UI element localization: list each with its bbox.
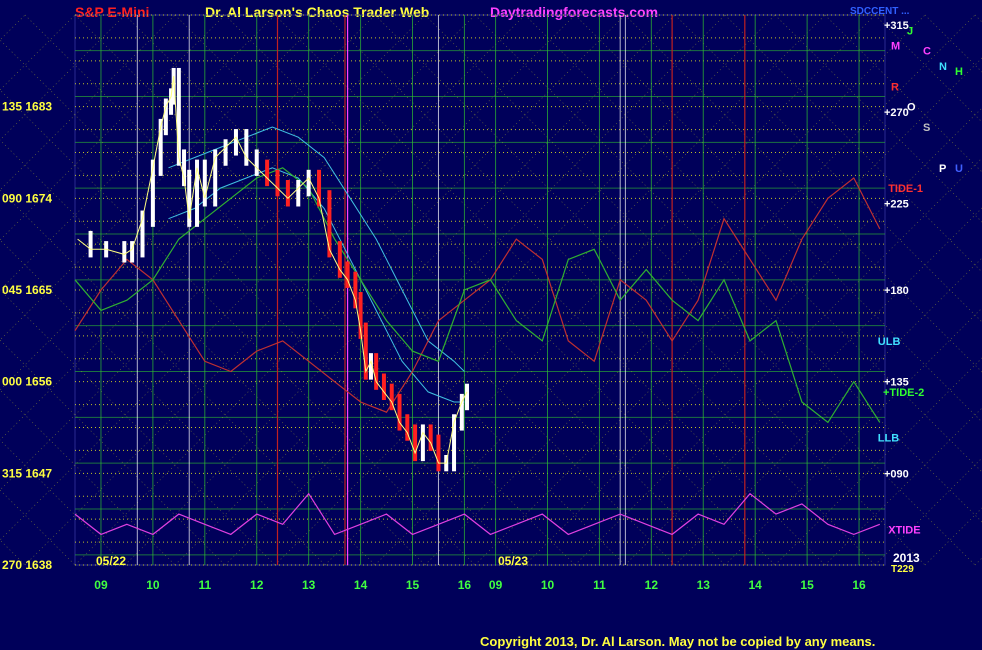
price-bar [244, 129, 249, 166]
price-bar [296, 180, 301, 207]
right-level-label: +180 [884, 285, 909, 297]
grid-diag-line [924, 14, 982, 73]
chart-page: { "header": { "symbol": "S&P E-Mini", "t… [0, 0, 982, 650]
price-line [77, 76, 468, 464]
year-label: 2013 [893, 551, 920, 565]
price-bar [413, 424, 418, 462]
price-bar [122, 241, 127, 263]
price-bar [306, 169, 311, 197]
y-tick-label: 315 1647 [2, 466, 52, 480]
grid-diag-line [574, 14, 982, 423]
price-bar [420, 424, 425, 462]
grid-diag-line [0, 39, 526, 566]
grid-diag-line [974, 557, 982, 566]
x-tick-label: 15 [800, 578, 814, 592]
x-tick-label: 12 [250, 578, 264, 592]
x-tick-label: 11 [593, 578, 606, 592]
right-level-label: +090 [884, 468, 909, 480]
x-tick-label: 10 [541, 578, 555, 592]
planet-glyph: N [939, 61, 947, 73]
x-tick-label: 16 [852, 578, 866, 592]
planet-glyph: S [923, 122, 930, 134]
series-label: +TIDE-2 [883, 387, 924, 399]
grid-diag-line [0, 14, 526, 541]
grid-diag-line [0, 14, 426, 441]
year-sub-label: T229 [891, 564, 914, 575]
x-tick-label: 14 [749, 578, 763, 592]
x-tick-label: 15 [406, 578, 420, 592]
price-bar [88, 230, 93, 258]
planet-glyph: C [923, 46, 931, 58]
grid-diag-line [524, 107, 982, 566]
grid-diag-line [924, 507, 982, 566]
x-tick-label: 14 [354, 578, 368, 592]
price-bar [223, 139, 228, 166]
x-tick-label: 13 [302, 578, 316, 592]
right-level-label: +225 [884, 198, 909, 210]
price-bar [275, 169, 280, 197]
grid-diag-line [974, 14, 982, 23]
x-tick-label: 09 [489, 578, 503, 592]
x-tick-label: 10 [146, 578, 160, 592]
y-tick-label: 000 1656 [2, 375, 52, 389]
planet-glyph: P [939, 163, 946, 175]
x-tick-label: 16 [458, 578, 472, 592]
y-tick-label: 135 1683 [2, 100, 52, 114]
planet-glyph: U [955, 163, 963, 175]
planet-glyph: J [907, 25, 913, 37]
grid-diag-line [674, 14, 982, 323]
x-tick-label: 09 [94, 578, 108, 592]
series-label: LLB [878, 433, 899, 445]
price-bar [465, 383, 470, 411]
x-tick-label: 13 [697, 578, 711, 592]
grid-diag-line [774, 14, 982, 223]
chaos-chart: 270 1638 315 1647 000 1656 045 1665 090 1674… [0, 14, 982, 592]
series-label: TIDE-1 [888, 183, 923, 195]
planet-glyph: H [955, 66, 963, 78]
grid-diag-line [574, 157, 982, 566]
grid-diag-line [524, 14, 982, 473]
planet-glyph: O [907, 102, 916, 114]
series-label: XTIDE [888, 524, 920, 536]
price-bar [436, 434, 441, 472]
y-tick-label: 090 1674 [2, 191, 52, 205]
date-label: 05/22 [96, 554, 126, 568]
price-bar [381, 373, 386, 400]
price-bar [285, 180, 290, 207]
price-bar [233, 129, 238, 156]
date-label: 05/23 [498, 554, 528, 568]
price-bar [254, 149, 259, 176]
copyright-notice: Copyright 2013, Dr. Al Larson. May not b… [480, 634, 876, 649]
planet-glyph: R [891, 81, 899, 93]
right-level-label: +270 [884, 107, 909, 119]
price-bar [265, 159, 270, 187]
series-label: ULB [878, 336, 901, 348]
band-upper [168, 126, 465, 372]
grid-diag-line [774, 357, 982, 566]
x-tick-label: 12 [645, 578, 659, 592]
price-bar [337, 241, 342, 278]
y-tick-label: 270 1638 [2, 558, 52, 572]
planet-glyph: M [891, 41, 900, 53]
xtide-line [74, 492, 881, 536]
x-tick-label: 11 [198, 578, 211, 592]
right-level-label: +315 [884, 20, 909, 32]
y-tick-label: 045 1665 [2, 283, 52, 297]
grid-diag-line [0, 139, 426, 566]
grid-diag-line [674, 257, 982, 566]
price-bar [202, 159, 207, 207]
